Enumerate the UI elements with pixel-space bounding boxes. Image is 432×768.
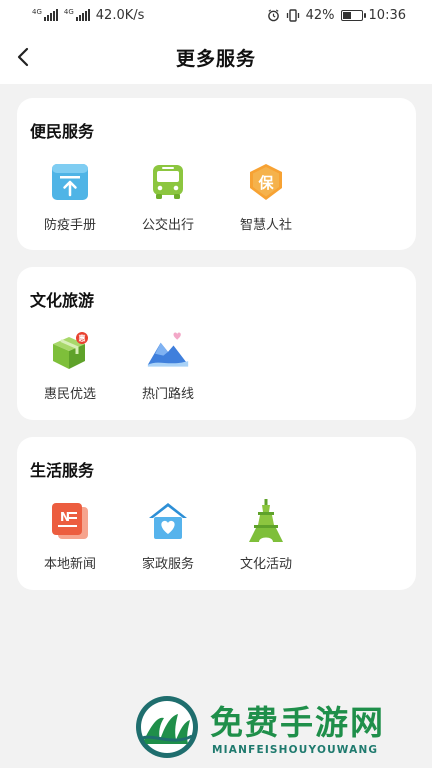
status-bar: 4G 4G 42.0K/s 42% 10:36 [0,0,432,30]
signal-icon: 4G [32,9,58,21]
gift-box-icon: 惠 [48,329,92,373]
service-label: 热门路线 [141,387,194,402]
network-tag: 4G [63,8,74,16]
vibrate-icon [286,8,299,22]
nav-bar: 更多服务 [0,30,432,84]
service-item[interactable]: 保 智慧人社 [226,160,306,233]
watermark: 免费手游网 MIANFEISHOUYOUWANG [134,694,426,768]
bus-icon [146,160,190,204]
section-title: 便民服务 [30,122,95,141]
service-label: 智慧人社 [239,218,292,233]
battery-percent: 42% [305,7,335,23]
service-label: 公交出行 [141,218,194,233]
service-item[interactable]: 文化活动 [226,499,306,572]
home-service-icon [146,499,190,543]
alarm-icon [267,8,279,21]
clock: 10:36 [368,7,406,23]
chevron-left-icon [17,47,29,67]
service-label: 防疫手册 [43,218,96,233]
svg-text:保: 保 [257,174,274,192]
service-item[interactable]: N 本地新闻 [30,499,110,572]
mountain-route-icon [146,329,190,373]
service-item[interactable]: 惠 惠民优选 [30,329,110,402]
back-button[interactable] [6,40,40,74]
section-card-culture-travel: 文化旅游 惠 惠民优选 热门路线 [17,267,416,420]
svg-text:N: N [60,510,70,524]
battery-icon [340,9,366,21]
service-label: 惠民优选 [43,387,96,402]
section-title: 生活服务 [30,461,95,480]
service-item[interactable]: 家政服务 [128,499,208,572]
service-label: 文化活动 [239,557,292,572]
watermark-logo-icon [136,696,198,758]
status-left: 4G 4G 42.0K/s [32,8,144,23]
service-item[interactable]: 防疫手册 [30,160,110,233]
section-card-convenience: 便民服务 防疫手册 公交出行 保 智慧人社 [17,98,416,250]
section-title: 文化旅游 [30,291,95,310]
watermark-title: 免费手游网 [210,703,385,742]
service-label: 家政服务 [141,557,194,572]
epidemic-handbook-icon [48,160,92,204]
news-icon: N [48,499,92,543]
watermark-subtitle: MIANFEISHOUYOUWANG [212,744,379,756]
network-tag: 4G [32,8,42,16]
service-label: 本地新闻 [43,557,96,572]
page-title: 更多服务 [175,47,256,70]
section-card-life-services: 生活服务 N 本地新闻 家政服务 文化活动 [17,437,416,590]
social-security-icon: 保 [244,160,288,204]
service-item[interactable]: 热门路线 [128,329,208,402]
service-item[interactable]: 公交出行 [128,160,208,233]
tower-icon [244,499,288,543]
signal-icon: 4G [64,9,90,21]
net-speed: 42.0K/s [95,7,145,23]
svg-text:惠: 惠 [79,334,86,343]
status-right: 42% 10:36 [267,8,406,23]
